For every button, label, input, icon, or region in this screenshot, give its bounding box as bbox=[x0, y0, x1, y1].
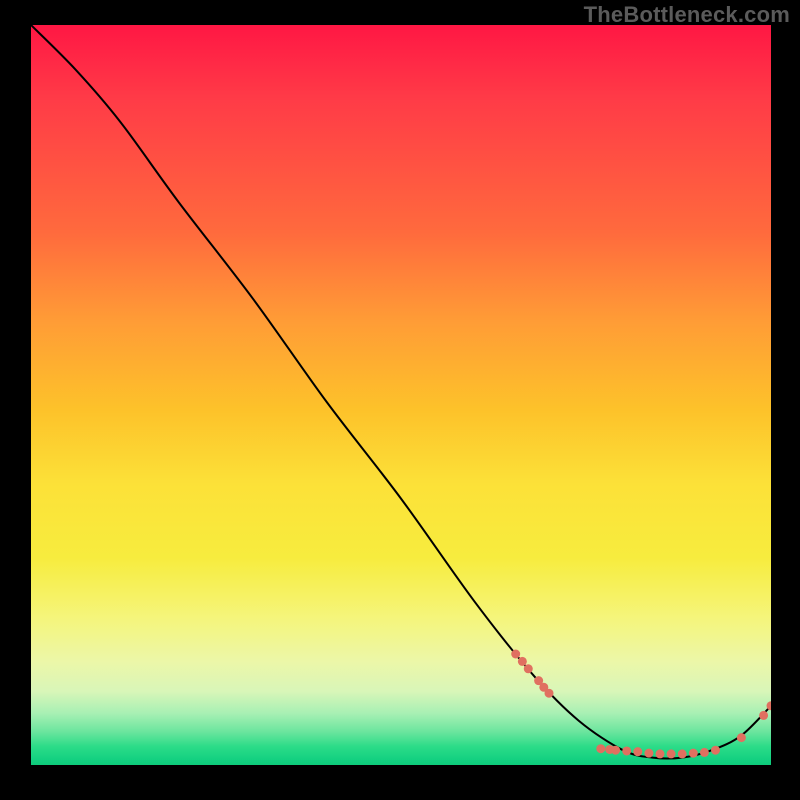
data-point bbox=[656, 749, 665, 758]
data-point bbox=[518, 657, 527, 666]
data-point bbox=[644, 749, 653, 758]
data-point bbox=[759, 711, 768, 720]
plot-area bbox=[31, 25, 771, 765]
data-point bbox=[711, 746, 720, 755]
data-point bbox=[524, 664, 533, 673]
data-point bbox=[678, 749, 687, 758]
scatter-points bbox=[511, 650, 771, 759]
chart-frame: TheBottleneck.com bbox=[0, 0, 800, 800]
data-point bbox=[633, 747, 642, 756]
bottleneck-curve bbox=[31, 25, 771, 765]
curve-path bbox=[31, 25, 771, 759]
data-point bbox=[596, 744, 605, 753]
data-point bbox=[545, 689, 554, 698]
watermark-text: TheBottleneck.com bbox=[584, 2, 790, 28]
data-point bbox=[611, 746, 620, 755]
data-point bbox=[700, 748, 709, 757]
data-point bbox=[534, 676, 543, 685]
data-point bbox=[737, 733, 746, 742]
data-point bbox=[539, 683, 548, 692]
data-point bbox=[605, 745, 614, 754]
data-point bbox=[767, 701, 772, 710]
data-point bbox=[667, 749, 676, 758]
data-point bbox=[622, 746, 631, 755]
data-point bbox=[689, 749, 698, 758]
data-point bbox=[511, 650, 520, 659]
